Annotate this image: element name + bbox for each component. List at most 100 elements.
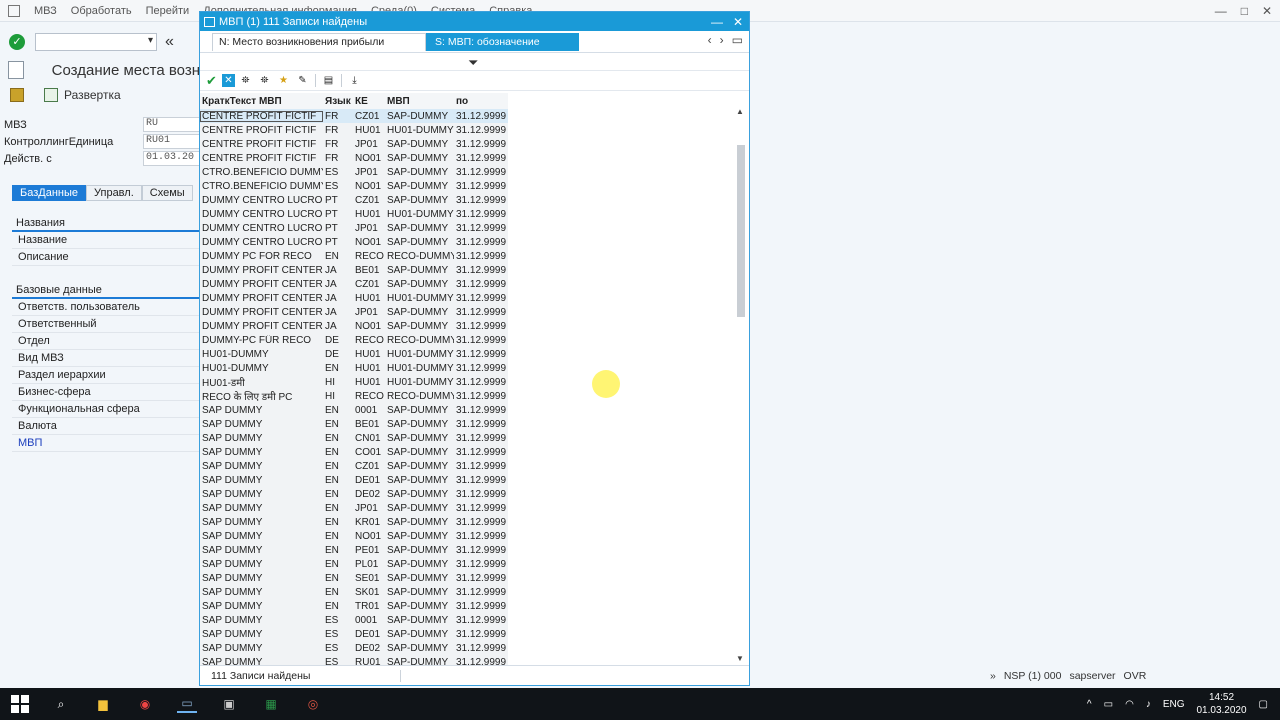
table-row[interactable]: CTRO.BENEFICIO DUMMY ES NO01 SAP-DUMMY 31.12… [200, 179, 508, 193]
table-row[interactable]: SAP DUMMY EN SE01 SAP-DUMMY 31.12.9999 [200, 571, 508, 585]
table-row[interactable]: CTRO.BENEFICIO DUMMY ES JP01 SAP-DUMMY 31.12… [200, 165, 508, 179]
sap-gui-icon[interactable]: ▣ [219, 695, 239, 713]
table-row[interactable]: HU01-DUMMY EN HU01 HU01-DUMMY 31.12.9999 [200, 361, 508, 375]
excel-icon[interactable]: ▦ [261, 695, 281, 713]
controlling-area-field[interactable]: RU01 [143, 134, 200, 149]
tab-templates[interactable]: Схемы [141, 185, 193, 201]
print-icon[interactable]: ▤ [320, 73, 337, 88]
scroll-up-icon[interactable]: ▲ [736, 107, 744, 116]
col-header-profit-center[interactable]: МВП [385, 96, 454, 107]
minimize-icon[interactable]: — [1215, 4, 1227, 18]
close-icon[interactable]: ✕ [1262, 4, 1272, 18]
table-row[interactable]: DUMMY CENTRO LUCRO PT HU01 HU01-DUMMY 31.12.… [200, 207, 508, 221]
table-row[interactable]: HU01-DUMMY DE HU01 HU01-DUMMY 31.12.9999 [200, 347, 508, 361]
wifi-icon[interactable]: ◠ [1125, 699, 1134, 710]
language-indicator[interactable]: ENG [1163, 699, 1185, 710]
tab-control[interactable]: Управл. [86, 185, 142, 201]
battery-icon[interactable]: ▭ [1104, 699, 1113, 710]
table-row[interactable]: RECO के लिए डमी PC HI RECO RECO-DUMMY 31.12.… [200, 389, 508, 403]
windows-start-icon[interactable] [11, 695, 29, 713]
notifications-icon[interactable]: ▢ [1259, 699, 1268, 710]
col-header-valid-to[interactable]: по [454, 96, 508, 107]
screen-recorder-icon[interactable]: ◎ [303, 695, 323, 713]
menu-item-goto[interactable]: Перейти [146, 5, 190, 17]
table-row[interactable]: SAP DUMMY ES RU01 SAP-DUMMY 31.12.9999 [200, 655, 508, 665]
layout-icon[interactable] [8, 61, 24, 79]
sap-menu-icon[interactable] [8, 4, 20, 17]
table-row[interactable]: SAP DUMMY EN SK01 SAP-DUMMY 31.12.9999 [200, 585, 508, 599]
status-expand-icon[interactable]: » [990, 670, 996, 682]
file-explorer-icon[interactable]: ▆ [93, 695, 113, 713]
dialog-minimize-icon[interactable]: — [711, 15, 723, 29]
scroll-down-icon[interactable]: ▼ [736, 654, 744, 663]
table-row[interactable]: SAP DUMMY ES DE01 SAP-DUMMY 31.12.9999 [200, 627, 508, 641]
dialog-close-icon[interactable]: ✕ [733, 15, 743, 29]
table-row[interactable]: CENTRE PROFIT FICTIF FR JP01 SAP-DUMMY 31.12… [200, 137, 508, 151]
table-row[interactable]: CENTRE PROFIT FICTIF FR CZ01 SAP-DUMMY 31.12… [200, 109, 508, 123]
table-row[interactable]: SAP DUMMY EN CZ01 SAP-DUMMY 31.12.9999 [200, 459, 508, 473]
expand-icon[interactable] [44, 88, 58, 102]
table-row[interactable]: DUMMY PROFIT CENTER JA NO01 SAP-DUMMY 31.12.… [200, 319, 508, 333]
menu-item-mvz[interactable]: МВЗ [34, 5, 57, 17]
tab-next-icon[interactable]: › [720, 33, 724, 47]
enter-icon[interactable]: ✓ [9, 34, 25, 50]
find-icon[interactable]: ⛯ [237, 73, 254, 88]
tab-prev-icon[interactable]: ‹ [708, 33, 712, 47]
table-row[interactable]: SAP DUMMY EN PL01 SAP-DUMMY 31.12.9999 [200, 557, 508, 571]
edit-icon[interactable]: ✎ [294, 73, 311, 88]
table-row[interactable]: SAP DUMMY EN 0001 SAP-DUMMY 31.12.9999 [200, 403, 508, 417]
find-next-icon[interactable]: ⛯ [256, 73, 273, 88]
table-row[interactable]: DUMMY-PC FÜR RECO DE RECO RECO-DUMMY 31.12.9… [200, 333, 508, 347]
table-row[interactable]: HU01-डमी HI HU01 HU01-DUMMY 31.12.9999 [200, 375, 508, 389]
table-row[interactable]: DUMMY CENTRO LUCRO PT NO01 SAP-DUMMY 31.12.9… [200, 235, 508, 249]
tray-chevron-icon[interactable]: ^ [1087, 699, 1092, 710]
cancel-icon[interactable]: ✕ [222, 74, 235, 87]
table-row[interactable]: SAP DUMMY EN KR01 SAP-DUMMY 31.12.9999 [200, 515, 508, 529]
table-row[interactable]: SAP DUMMY EN DE01 SAP-DUMMY 31.12.9999 [200, 473, 508, 487]
table-row[interactable]: CENTRE PROFIT FICTIF FR HU01 HU01-DUMMY 31.1… [200, 123, 508, 137]
sap-logon-icon[interactable]: ▭ [177, 695, 197, 713]
table-row[interactable]: SAP DUMMY EN NO01 SAP-DUMMY 31.12.9999 [200, 529, 508, 543]
download-icon[interactable]: ⤓ [346, 73, 363, 88]
table-row[interactable]: CENTRE PROFIT FICTIF FR NO01 SAP-DUMMY 31.12… [200, 151, 508, 165]
favorite-icon[interactable]: ★ [275, 73, 292, 88]
scroll-thumb[interactable] [737, 145, 745, 317]
cost-center-field[interactable]: RU [143, 117, 200, 132]
clock[interactable]: 14:52 01.03.2020 [1196, 691, 1246, 717]
table-row[interactable]: SAP DUMMY EN PE01 SAP-DUMMY 31.12.9999 [200, 543, 508, 557]
command-field[interactable] [35, 33, 157, 51]
hierarchy-icon[interactable] [10, 88, 24, 102]
table-row[interactable]: DUMMY PROFIT CENTER JA BE01 SAP-DUMMY 31.12.… [200, 263, 508, 277]
col-header-language[interactable]: Язык [323, 96, 353, 107]
search-icon[interactable]: ⌕ [51, 695, 71, 713]
table-row[interactable]: DUMMY PROFIT CENTER JA CZ01 SAP-DUMMY 31.12.… [200, 277, 508, 291]
tab-basic-data[interactable]: БазДанные [12, 185, 86, 201]
table-row[interactable]: DUMMY PC FOR RECO EN RECO RECO-DUMMY 31.12.9… [200, 249, 508, 263]
maximize-icon[interactable]: □ [1241, 4, 1248, 18]
tab-profit-center[interactable]: N: Место возникновения прибыли [212, 32, 426, 51]
table-row[interactable]: SAP DUMMY ES 0001 SAP-DUMMY 31.12.9999 [200, 613, 508, 627]
back-icon[interactable]: « [165, 33, 174, 51]
vertical-scrollbar[interactable]: ▲ ▼ [735, 107, 746, 663]
table-row[interactable]: DUMMY CENTRO LUCRO PT JP01 SAP-DUMMY 31.12.9… [200, 221, 508, 235]
expand-label[interactable]: Развертка [64, 88, 121, 102]
chrome-icon[interactable]: ◉ [135, 695, 155, 713]
table-row[interactable]: SAP DUMMY EN CO01 SAP-DUMMY 31.12.9999 [200, 445, 508, 459]
menu-item-edit[interactable]: Обработать [71, 5, 132, 17]
table-row[interactable]: SAP DUMMY EN BE01 SAP-DUMMY 31.12.9999 [200, 417, 508, 431]
table-row[interactable]: SAP DUMMY EN CN01 SAP-DUMMY 31.12.9999 [200, 431, 508, 445]
volume-icon[interactable]: ♪ [1146, 699, 1151, 710]
col-header-short-text[interactable]: КраткТекст МВП [200, 96, 323, 107]
table-row[interactable]: DUMMY CENTRO LUCRO PT CZ01 SAP-DUMMY 31.12.9… [200, 193, 508, 207]
filter-icon[interactable]: ⏷ [468, 55, 478, 71]
valid-from-field[interactable]: 01.03.20 [143, 151, 200, 166]
tab-list-icon[interactable]: ▭ [732, 33, 743, 47]
table-row[interactable]: SAP DUMMY EN DE02 SAP-DUMMY 31.12.9999 [200, 487, 508, 501]
table-row[interactable]: SAP DUMMY EN TR01 SAP-DUMMY 31.12.9999 [200, 599, 508, 613]
table-row[interactable]: SAP DUMMY ES DE02 SAP-DUMMY 31.12.9999 [200, 641, 508, 655]
table-row[interactable]: DUMMY PROFIT CENTER JA HU01 HU01-DUMMY 31.12… [200, 291, 508, 305]
confirm-icon[interactable]: ✔ [203, 73, 220, 88]
session-info[interactable]: NSP (1) 000 [1004, 670, 1062, 682]
table-row[interactable]: DUMMY PROFIT CENTER JA JP01 SAP-DUMMY 31.12.… [200, 305, 508, 319]
table-row[interactable]: SAP DUMMY EN JP01 SAP-DUMMY 31.12.9999 [200, 501, 508, 515]
